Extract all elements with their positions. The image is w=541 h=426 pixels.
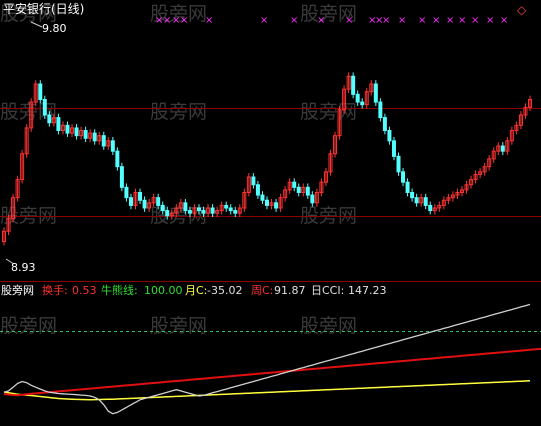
candle-body [382,117,387,132]
candle-body [296,186,301,193]
signal-marker: × [180,15,188,26]
signal-marker: × [345,15,353,26]
candle-body [355,93,360,103]
candle-body [110,140,115,152]
candle-body [378,101,383,119]
candle-body [65,124,70,134]
signal-marker: × [418,15,426,26]
candle-body [142,199,147,209]
turnover-label: 换手: [42,283,68,297]
candle-body [115,150,120,168]
watermark-text: 股旁网 [300,315,357,337]
signal-marker: × [317,15,325,26]
weekly-cci-value: 91.87 [274,284,306,297]
daily-cci-value: 147.23 [348,284,387,297]
candle-body [351,75,356,95]
stock-title: 平安银行(日线) [3,1,84,16]
grid-lines [0,108,541,217]
candle-body [42,99,47,116]
signal-marker: × [260,15,268,26]
monthly-cci-value: -35.02 [207,284,242,297]
candle-body [396,155,401,173]
watermark-text: 股旁网 [0,315,57,337]
candle-body [160,204,165,212]
candle-body [401,171,406,183]
candle-body [274,202,279,209]
monthly-cci-line [3,380,531,401]
candle-body [187,210,192,214]
candle-body [414,197,419,204]
high-price-label: 9.80 [42,22,67,35]
candle-body [38,83,43,100]
candle-body [428,204,433,212]
signal-marker: × [163,15,171,26]
watermark-text: 股旁网 [150,315,207,337]
daily-cci-line [3,303,531,415]
weekly-cci-label: 周C: [251,284,273,297]
candle-body [224,204,229,209]
turnover-value: 0.53 [72,284,97,297]
candle-body [265,199,269,206]
candle-body [360,101,365,106]
candle-body [74,127,79,137]
bull-bear-label: 牛熊线: [101,283,138,297]
watermark-text: 股旁网 [150,101,207,123]
candle-body [101,135,106,147]
candle-body [228,207,233,212]
candle-body [56,117,61,132]
candle-body [251,176,256,186]
candle-body [201,210,206,214]
signal-marker: × [486,15,494,26]
candle-body [83,130,88,139]
candle-body [196,207,201,212]
signal-marker: × [471,15,479,26]
candle-body [156,197,161,206]
candle-body [128,197,133,206]
candle-body [305,186,310,196]
watermark-text: 股旁网 [300,101,357,123]
signal-marker: × [500,15,508,26]
low-price-label: 8.93 [11,261,36,274]
weekly-cci-line [3,347,541,397]
candle-body [387,130,392,142]
candle-body [292,181,297,188]
indicator-name: 股旁网 [1,283,34,297]
candlestick-series [2,72,532,246]
daily-cci-label: 日CCI: [311,284,344,297]
candle-body [373,83,378,103]
diamond-marker: ◇ [517,3,527,17]
candle-body [183,202,188,212]
candle-body [92,132,97,142]
candle-body [255,184,260,196]
signal-marker: × [446,15,454,26]
indicator-bar: 股旁网 换手: 0.53 牛熊线: 100.00 月C: -35.02 周C: … [1,283,387,297]
candle-body [138,192,143,201]
bull-bear-value: 100.00 [144,284,183,297]
candle-body [233,210,238,214]
candle-body [423,197,428,206]
signal-marker: × [205,15,213,26]
candle-body [47,114,52,124]
candle-body [119,166,124,188]
candle-body [124,186,129,199]
candle-body [310,194,315,204]
candle-body [500,145,505,152]
candle-body [165,210,170,217]
monthly-cci-label: 月C: [185,284,207,297]
signal-marker: × [458,15,466,26]
cci-indicator-panel [0,303,541,415]
candle-body [260,194,265,201]
signal-marker: × [290,15,298,26]
signal-marker: × [382,15,390,26]
candle-body [391,140,396,157]
candle-body [410,192,415,199]
candle-body [405,181,410,194]
candle-body [210,207,215,214]
signal-marker: × [432,15,440,26]
stock-chart: 股旁网股旁网股旁网股旁网股旁网股旁网股旁网股旁网股旁网股旁网股旁网股旁网 × × ×… [0,1,541,415]
signal-marker: × [398,15,406,26]
